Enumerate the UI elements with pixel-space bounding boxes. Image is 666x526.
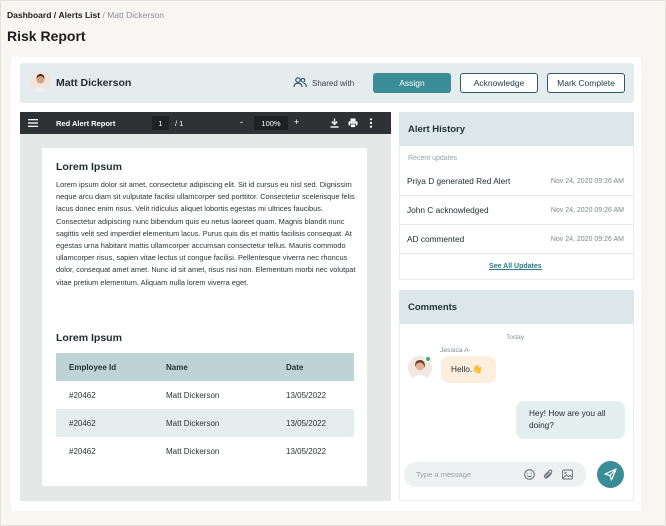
incoming-message: Hello.👋 bbox=[441, 356, 496, 383]
pdf-page-total: / 1 bbox=[175, 119, 184, 128]
document-heading: Lorem Ipsum bbox=[56, 161, 122, 173]
document-heading: Lorem Ipsum bbox=[56, 332, 122, 344]
history-item[interactable]: John C acknowledged Nov 24, 2020 09:26 A… bbox=[399, 197, 634, 225]
hamburger-icon[interactable] bbox=[28, 119, 38, 127]
history-item-time: Nov 24, 2020 09:26 AM bbox=[550, 236, 624, 243]
breadcrumb-alerts-list[interactable]: Alerts List bbox=[59, 10, 101, 20]
comments-title: Comments bbox=[408, 302, 458, 313]
alert-history-subtitle: Recent updates bbox=[408, 155, 458, 162]
employee-table: Employee Id Name Date #20462 Matt Dicker… bbox=[56, 353, 354, 465]
people-icon bbox=[293, 77, 307, 88]
column-header-date: Date bbox=[286, 362, 304, 372]
assign-button[interactable]: Assign bbox=[373, 73, 451, 93]
table-row: #20462 Matt Dickerson 13/05/2022 bbox=[56, 409, 354, 437]
breadcrumb-current: Matt Dickerson bbox=[107, 10, 164, 20]
online-status-dot bbox=[425, 356, 431, 362]
shared-with-label[interactable]: Shared with bbox=[312, 79, 354, 88]
cell-date: 13/05/2022 bbox=[286, 390, 327, 400]
history-item[interactable]: AD commented Nov 24, 2020 09:26 AM bbox=[399, 226, 634, 254]
message-sender-name: Jessica A bbox=[440, 347, 469, 354]
table-header-row: Employee Id Name Date bbox=[56, 353, 354, 381]
zoom-level[interactable]: 100% bbox=[254, 116, 288, 130]
acknowledge-button[interactable]: Acknowledge bbox=[460, 73, 538, 93]
mark-complete-button[interactable]: Mark Complete bbox=[547, 73, 625, 93]
cell-name: Matt Dickerson bbox=[166, 446, 220, 456]
zoom-out-button[interactable]: - bbox=[240, 117, 243, 127]
cell-date: 13/05/2022 bbox=[286, 446, 327, 456]
pdf-title: Red Alert Report bbox=[56, 119, 116, 128]
zoom-in-button[interactable]: + bbox=[294, 117, 299, 127]
breadcrumb: Dashboard / Alerts List / Matt Dickerson bbox=[7, 10, 164, 20]
paperclip-icon[interactable] bbox=[543, 469, 554, 480]
send-button[interactable] bbox=[597, 461, 624, 488]
cell-date: 13/05/2022 bbox=[286, 418, 327, 428]
alert-history-title: Alert History bbox=[408, 124, 466, 135]
table-row: #20462 Matt Dickerson 13/05/2022 bbox=[56, 381, 354, 409]
send-icon bbox=[604, 468, 617, 481]
pdf-page-input[interactable]: 1 bbox=[152, 116, 169, 130]
history-item-time: Nov 24, 2020 09:26 AM bbox=[550, 207, 624, 214]
download-icon[interactable] bbox=[330, 118, 339, 128]
page-title: Risk Report bbox=[7, 28, 86, 44]
cell-name: Matt Dickerson bbox=[166, 418, 220, 428]
image-icon[interactable] bbox=[562, 469, 573, 480]
cell-employee-id: #20462 bbox=[69, 390, 96, 400]
history-item-time: Nov 24, 2020 09:26 AM bbox=[550, 178, 624, 185]
emoji-icon[interactable] bbox=[524, 469, 535, 480]
breadcrumb-dashboard[interactable]: Dashboard bbox=[7, 10, 51, 20]
message-input[interactable] bbox=[404, 462, 586, 487]
cell-employee-id: #20462 bbox=[69, 418, 96, 428]
day-separator: Today bbox=[506, 334, 525, 341]
history-item-text: Priya D generated Red Alert bbox=[407, 176, 511, 186]
user-avatar bbox=[30, 71, 51, 92]
table-row: #20462 Matt Dickerson 13/05/2022 bbox=[56, 437, 354, 465]
breadcrumb-separator: / bbox=[102, 10, 105, 20]
history-item-text: John C acknowledged bbox=[407, 205, 489, 215]
column-header-name: Name bbox=[166, 362, 188, 372]
cell-employee-id: #20462 bbox=[69, 446, 96, 456]
more-vertical-icon[interactable] bbox=[369, 118, 373, 128]
cell-name: Matt Dickerson bbox=[166, 390, 220, 400]
user-name: Matt Dickerson bbox=[56, 77, 132, 89]
outgoing-message: Hey! How are you all doing? bbox=[516, 401, 625, 439]
document-paragraph: Lorem ipsum dolor sit amet, consectetur … bbox=[56, 180, 356, 287]
see-all-updates-link[interactable]: See All Updates bbox=[489, 263, 542, 270]
breadcrumb-separator: / bbox=[53, 10, 57, 20]
history-item-text: AD commented bbox=[407, 234, 465, 244]
column-header-employee-id: Employee Id bbox=[69, 362, 117, 372]
print-icon[interactable] bbox=[348, 118, 358, 128]
history-item[interactable]: Priya D generated Red Alert Nov 24, 2020… bbox=[399, 168, 634, 196]
